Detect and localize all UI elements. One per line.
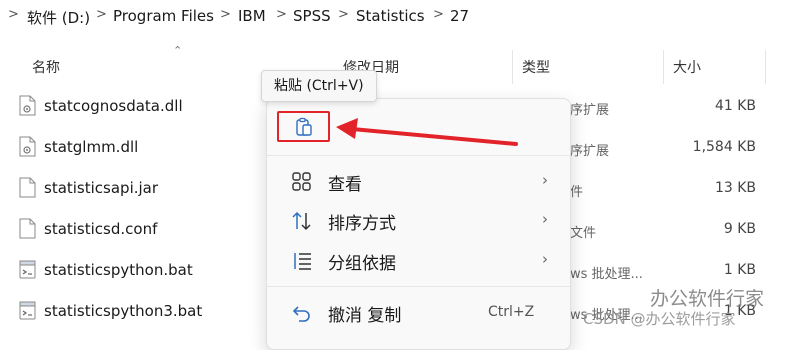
bat-file-icon (19, 260, 36, 279)
column-divider[interactable] (663, 50, 664, 84)
chevron-right-icon[interactable]: > (8, 7, 19, 22)
chevron-right-icon: › (542, 210, 548, 228)
file-size: 13 KB (714, 180, 756, 196)
chevron-right-icon[interactable]: > (338, 7, 349, 22)
undo-icon (292, 306, 310, 322)
breadcrumb-item-drive[interactable]: 软件 (D:) (27, 7, 90, 28)
file-name: statisticsd.conf (44, 220, 158, 238)
menu-item-label: 撤消 复制 (328, 306, 402, 326)
breadcrumb-item-statistics[interactable]: Statistics (356, 7, 425, 25)
clipboard-icon (295, 117, 312, 136)
paste-button[interactable] (277, 111, 330, 142)
column-header-size[interactable]: 大小 (673, 57, 701, 77)
file-size: 9 KB (723, 221, 756, 237)
menu-item-label: 排序方式 (328, 214, 396, 234)
file-icon (19, 218, 36, 239)
file-name: statisticspython.bat (44, 261, 193, 279)
chevron-right-icon[interactable]: > (96, 7, 107, 22)
grid-view-icon (292, 172, 311, 191)
dll-file-icon (19, 136, 36, 157)
menu-divider (267, 155, 570, 156)
column-header-type[interactable]: 类型 (522, 57, 550, 77)
column-header-name[interactable]: 名称 (32, 57, 60, 77)
menu-item-group-by[interactable]: 分组依据 › (275, 243, 562, 279)
file-size: 41 KB (714, 98, 756, 114)
watermark-text: 办公软件行家 (650, 288, 765, 310)
chevron-right-icon: › (542, 250, 548, 268)
menu-item-label: 查看 (328, 175, 362, 195)
bat-file-icon (19, 301, 36, 320)
file-type: 序扩展 (570, 103, 610, 118)
chevron-right-icon: › (542, 171, 548, 189)
file-name: statisticspython3.bat (44, 302, 203, 320)
column-divider[interactable] (765, 50, 766, 84)
watermark-text: CSDN @办公软件行家 (583, 310, 736, 328)
menu-item-label: 分组依据 (328, 254, 396, 274)
group-list-icon (294, 253, 311, 270)
file-type: ws 批处理... (570, 267, 643, 282)
chevron-right-icon[interactable]: > (276, 7, 287, 22)
file-size: 1 KB (723, 262, 756, 278)
column-divider[interactable] (512, 50, 513, 84)
file-type: 文件 (570, 226, 597, 241)
file-name: statglmm.dll (44, 138, 139, 156)
menu-divider (267, 286, 570, 287)
breadcrumb-item-spss[interactable]: SPSS (293, 7, 331, 25)
file-name: statisticsapi.jar (44, 179, 159, 197)
paste-tooltip: 粘贴 (Ctrl+V) (261, 70, 377, 102)
sort-icon (292, 211, 311, 231)
dll-file-icon (19, 95, 36, 116)
chevron-right-icon[interactable]: > (220, 7, 231, 22)
file-size: 1,584 KB (692, 139, 756, 155)
file-name: statcognosdata.dll (44, 97, 183, 115)
file-type: 件 (570, 185, 584, 200)
breadcrumb-item-27[interactable]: 27 (450, 7, 469, 25)
breadcrumb: > 软件 (D:) > Program Files > IBM > SPSS >… (0, 0, 789, 34)
breadcrumb-item-ibm[interactable]: IBM (238, 7, 266, 25)
menu-item-view[interactable]: 查看 › (275, 164, 562, 200)
menu-item-shortcut: Ctrl+Z (488, 304, 535, 320)
annotation-arrow-icon (336, 118, 518, 146)
chevron-right-icon[interactable]: > (433, 7, 444, 22)
file-type: 序扩展 (570, 144, 610, 159)
menu-item-sort-by[interactable]: 排序方式 › (275, 203, 562, 239)
menu-item-undo-copy[interactable]: 撤消 复制 Ctrl+Z (275, 295, 562, 331)
sort-ascending-icon: ⌃ (173, 44, 183, 57)
file-icon (19, 177, 36, 198)
breadcrumb-item-program-files[interactable]: Program Files (113, 7, 214, 25)
